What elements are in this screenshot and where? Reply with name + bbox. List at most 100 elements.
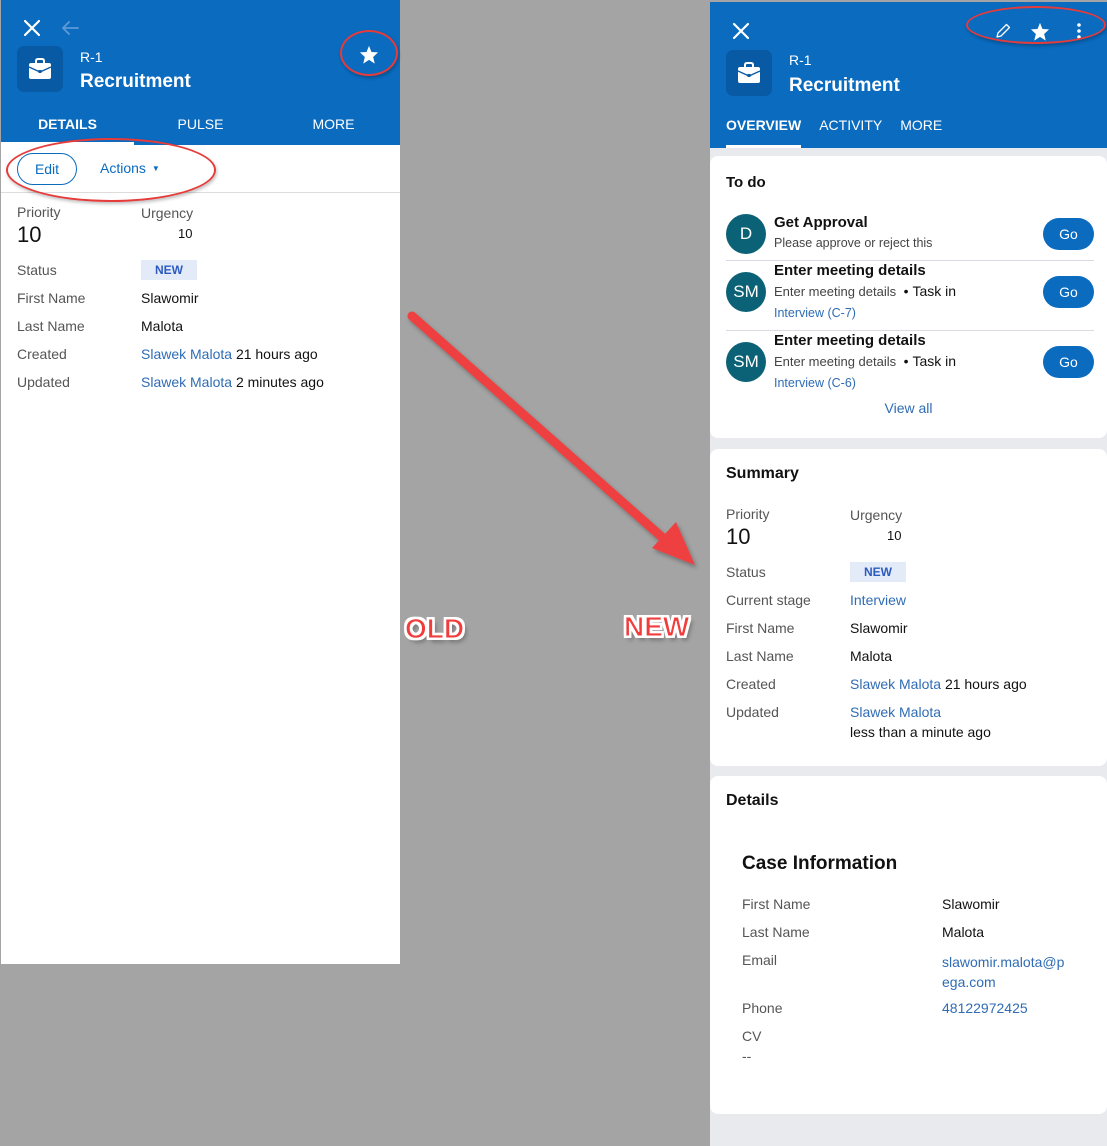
urgency-value: 10 (178, 226, 193, 241)
current-stage-link[interactable]: Interview (850, 592, 906, 608)
status-label: Status (726, 564, 766, 580)
created-by-link[interactable]: Slawek Malota (141, 346, 232, 362)
email-line-2: ega.com (942, 974, 996, 990)
updated-label: Updated (726, 704, 779, 720)
email-line-1: slawomir.malota@p (942, 954, 1065, 970)
created-label: Created (17, 346, 67, 362)
task-in-label: Task in (912, 283, 957, 299)
old-tab-bar: DETAILS PULSE MORE (1, 109, 400, 145)
created-value: Slawek Malota 21 hours ago (850, 676, 1027, 692)
go-button[interactable]: Go (1043, 218, 1094, 250)
todo-item: SM Enter meeting details Enter meeting d… (726, 262, 1094, 328)
created-value: Slawek Malota 21 hours ago (141, 346, 318, 362)
bullet: • (899, 283, 913, 299)
phone-link[interactable]: 48122972425 (942, 1000, 1028, 1016)
last-name-value: Malota (850, 648, 893, 664)
cv-label: CV (742, 1028, 762, 1044)
case-information-heading: Case Information (742, 853, 898, 874)
actions-label: Actions (100, 160, 146, 176)
first-name-value: Slawomir (850, 620, 908, 636)
todo-card: To do D Get Approval Please approve or r… (710, 156, 1107, 438)
created-label: Created (726, 676, 776, 692)
todo-item-title[interactable]: Get Approval (774, 214, 868, 231)
updated-value: Slawek Malota 2 minutes ago (141, 374, 324, 390)
current-stage-label: Current stage (726, 592, 811, 608)
priority-value: 10 (726, 524, 751, 549)
tab-more[interactable]: MORE (267, 109, 400, 145)
task-in-label: Task in (912, 353, 957, 369)
avatar: SM (726, 272, 766, 312)
last-name-value: Malota (942, 924, 985, 940)
created-by-link[interactable]: Slawek Malota (850, 676, 941, 692)
todo-item-title[interactable]: Enter meeting details (774, 262, 926, 279)
status-label: Status (17, 262, 57, 278)
todo-item-subtitle: Enter meeting details • Task in (774, 353, 956, 369)
go-button[interactable]: Go (1043, 276, 1094, 308)
tab-overview[interactable]: OVERVIEW (726, 112, 802, 148)
case-title: Recruitment (80, 71, 191, 92)
todo-title: To do (726, 174, 766, 191)
briefcase-icon (726, 50, 772, 96)
tab-pulse[interactable]: PULSE (134, 109, 267, 145)
last-name-value: Malota (141, 318, 184, 334)
case-title: Recruitment (789, 75, 900, 96)
updated-by-link[interactable]: Slawek Malota (141, 374, 232, 390)
todo-item-subtitle: Please approve or reject this (774, 236, 933, 250)
todo-item-title[interactable]: Enter meeting details (774, 332, 926, 349)
old-case-header: R-1 Recruitment DETAILS PULSE MORE (1, 0, 400, 145)
priority-value: 10 (17, 222, 42, 247)
last-name-label: Last Name (742, 924, 810, 940)
todo-item-subtitle: Enter meeting details • Task in (774, 283, 956, 299)
more-vertical-icon[interactable] (1068, 20, 1090, 42)
actions-menu-button[interactable]: Actions ▼ (100, 160, 160, 176)
status-badge: NEW (141, 260, 197, 280)
old-label: OLD (404, 613, 465, 645)
close-icon[interactable] (730, 20, 752, 42)
priority-label: Priority (726, 506, 770, 522)
edit-button[interactable]: Edit (17, 153, 77, 185)
created-when: 21 hours ago (944, 676, 1027, 692)
todo-item: SM Enter meeting details Enter meeting d… (726, 332, 1094, 398)
tab-more[interactable]: MORE (900, 112, 942, 148)
pencil-icon[interactable] (992, 20, 1014, 42)
bullet: • (899, 353, 913, 369)
close-icon[interactable] (21, 17, 43, 39)
avatar: SM (726, 342, 766, 382)
briefcase-icon (17, 46, 63, 92)
urgency-value: 10 (887, 528, 902, 543)
status-badge: NEW (850, 562, 906, 582)
old-case-panel: R-1 Recruitment DETAILS PULSE MORE Edit … (1, 0, 400, 964)
priority-label: Priority (17, 204, 61, 220)
cv-value: -- (742, 1048, 752, 1064)
urgency-label: Urgency (850, 507, 903, 523)
email-link[interactable]: slawomir.malota@p ega.com (942, 952, 1064, 992)
updated-by-link[interactable]: Slawek Malota (850, 704, 941, 720)
first-name-value: Slawomir (942, 896, 1000, 912)
created-when: 21 hours ago (235, 346, 318, 362)
back-arrow-icon[interactable] (59, 17, 81, 39)
caret-down-icon: ▼ (151, 164, 160, 173)
details-title: Details (726, 792, 779, 809)
annotation-arrow (407, 311, 695, 565)
divider (726, 330, 1094, 331)
first-name-label: First Name (17, 290, 86, 306)
first-name-value: Slawomir (141, 290, 199, 306)
new-label: NEW (623, 611, 690, 643)
star-icon[interactable] (357, 42, 381, 66)
go-button[interactable]: Go (1043, 346, 1094, 378)
todo-item-case-link[interactable]: Interview (C-6) (774, 376, 856, 390)
view-all-link[interactable]: View all (710, 400, 1107, 416)
avatar: D (726, 214, 766, 254)
case-id: R-1 (80, 49, 103, 65)
todo-item-desc: Enter meeting details (774, 354, 897, 369)
tab-activity[interactable]: ACTIVITY (819, 112, 882, 148)
star-icon[interactable] (1028, 19, 1052, 43)
todo-item-desc: Enter meeting details (774, 284, 897, 299)
updated-when: 2 minutes ago (235, 374, 324, 390)
last-name-label: Last Name (17, 318, 85, 334)
updated-when: less than a minute ago (850, 724, 991, 740)
todo-item-case-link[interactable]: Interview (C-7) (774, 306, 856, 320)
last-name-label: Last Name (726, 648, 794, 664)
tab-details[interactable]: DETAILS (1, 109, 134, 145)
case-id: R-1 (789, 52, 812, 68)
